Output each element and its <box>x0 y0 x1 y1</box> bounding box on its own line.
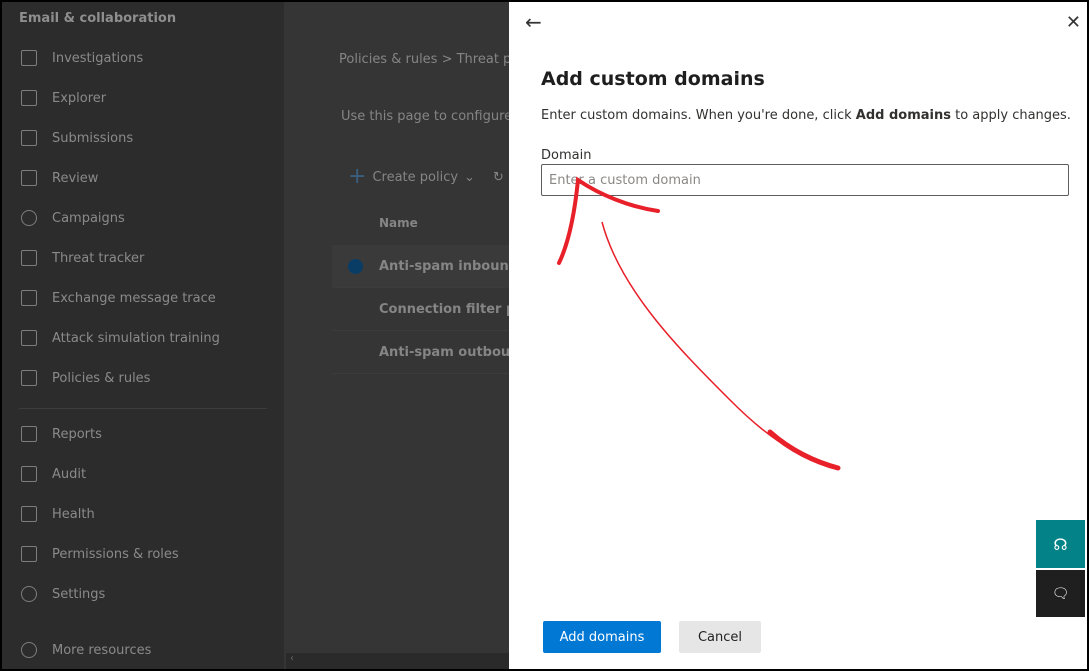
chart-icon <box>21 250 37 266</box>
exchange-icon <box>21 290 37 306</box>
sidebar-item-label: Campaigns <box>52 210 125 226</box>
refresh-icon[interactable]: ↻ <box>493 170 504 185</box>
sidebar-item-label: More resources <box>52 642 152 658</box>
feedback-icon[interactable]: 🗨 <box>1036 570 1085 617</box>
horizontal-scrollbar[interactable]: ‹ <box>286 653 509 669</box>
sidebar-item[interactable]: Policies & rules <box>2 360 284 396</box>
info-icon <box>21 642 37 658</box>
create-policy-label: Create policy <box>372 169 459 185</box>
domain-label: Domain <box>541 148 592 163</box>
sidebar-item-label: Policies & rules <box>52 370 151 386</box>
panel-title: Add custom domains <box>541 68 765 90</box>
sidebar-item[interactable]: Investigations <box>2 40 284 76</box>
chevron-down-icon: ⌄ <box>464 169 475 185</box>
sidebar-item[interactable]: Health <box>2 496 284 532</box>
sidebar-item-label: Explorer <box>52 90 107 106</box>
gear-icon <box>21 586 37 602</box>
create-policy-button[interactable]: + Create policy ⌄ ↻ <box>348 166 504 188</box>
sidebar-item[interactable]: Campaigns <box>2 200 284 236</box>
table-row[interactable]: Anti-spam inbound p <box>332 245 511 288</box>
sidebar-item-label: Threat tracker <box>52 250 145 266</box>
sidebar-item-label: Exchange message trace <box>52 290 216 306</box>
panel-intro: Enter custom domains. When you're done, … <box>541 108 1071 123</box>
sidebar-header: Email & collaboration <box>19 11 177 26</box>
sidebar-item-label: Review <box>52 170 99 186</box>
sidebar-item[interactable]: Submissions <box>2 120 284 156</box>
investigations-icon <box>21 50 37 66</box>
sidebar-item[interactable]: More resources <box>2 632 284 668</box>
review-icon <box>21 170 37 186</box>
simulation-icon <box>21 330 37 346</box>
divider <box>19 408 267 409</box>
add-custom-domains-panel: ← ✕ Add custom domains Enter custom doma… <box>509 2 1087 669</box>
sidebar-item-label: Investigations <box>52 50 144 66</box>
explorer-icon <box>21 90 37 106</box>
table-row[interactable]: Anti-spam outbound <box>332 331 511 374</box>
campaigns-icon <box>21 210 37 226</box>
table-row[interactable]: Connection filter pol <box>332 288 511 331</box>
sidebar-item[interactable]: Reports <box>2 416 284 452</box>
check-icon[interactable] <box>348 258 363 274</box>
key-icon <box>21 546 37 562</box>
sidebar-item-label: Permissions & roles <box>52 546 179 562</box>
close-icon[interactable]: ✕ <box>1066 12 1081 33</box>
sidebar-item-label: Submissions <box>52 130 134 146</box>
sidebar-item[interactable]: Explorer <box>2 80 284 116</box>
sidebar-item[interactable]: Audit <box>2 456 284 492</box>
sidebar-item[interactable]: Attack simulation training <box>2 320 284 356</box>
sidebar-item-label: Reports <box>52 426 102 442</box>
app-window: Email & collaboration Investigations Expl… <box>2 2 1087 669</box>
heart-icon <box>21 506 37 522</box>
sidebar: Email & collaboration Investigations Expl… <box>2 2 284 669</box>
chart-icon <box>21 426 37 442</box>
sidebar-item[interactable]: Permissions & roles <box>2 536 284 572</box>
audit-icon <box>21 466 37 482</box>
sidebar-item[interactable]: Threat tracker <box>2 240 284 276</box>
row-name: Connection filter pol <box>379 301 511 317</box>
domain-input[interactable] <box>541 164 1069 196</box>
sidebar-item[interactable]: Settings <box>2 576 284 612</box>
sidebar-item-label: Health <box>52 506 95 522</box>
column-header-name[interactable]: Name <box>379 216 418 230</box>
page-description: Use this page to configure p filtering, … <box>341 109 511 124</box>
sliders-icon <box>21 370 37 386</box>
sidebar-item-label: Audit <box>52 466 87 482</box>
row-name: Anti-spam inbound p <box>379 258 511 274</box>
add-domains-button[interactable]: Add domains <box>543 621 661 653</box>
sidebar-item[interactable]: Exchange message trace <box>2 280 284 316</box>
breadcrumb[interactable]: Policies & rules > Threat p <box>339 52 511 67</box>
submissions-icon <box>21 130 37 146</box>
plus-icon: + <box>348 164 367 189</box>
sidebar-item-label: Attack simulation training <box>52 330 220 346</box>
row-name: Anti-spam outbound <box>379 344 511 360</box>
cancel-button[interactable]: Cancel <box>679 621 761 653</box>
main-content: Policies & rules > Threat p Use this pag… <box>284 2 511 669</box>
sidebar-item[interactable]: Review <box>2 160 284 196</box>
help-headset-icon[interactable]: ☊ <box>1036 520 1085 568</box>
back-arrow-icon[interactable]: ← <box>525 10 542 34</box>
sidebar-item-label: Settings <box>52 586 106 602</box>
